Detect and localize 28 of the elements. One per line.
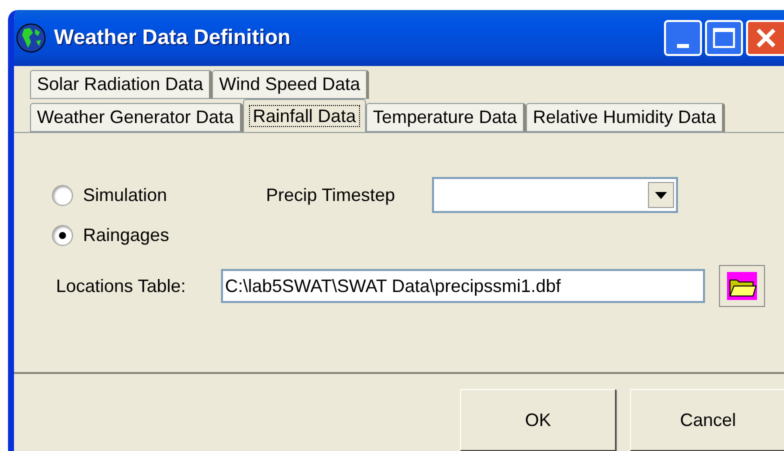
tab[interactable]: Rainfall Data	[242, 99, 366, 132]
dropdown-field[interactable]	[432, 177, 678, 213]
minimize-icon	[677, 44, 689, 48]
globe-icon	[16, 23, 46, 53]
field-label: Locations Table:	[55, 274, 187, 298]
minimize-button[interactable]	[664, 20, 702, 56]
radio-label: Simulation	[83, 184, 168, 206]
tab[interactable]: Relative Humidity Data	[526, 103, 725, 132]
tab[interactable]: Wind Speed Data	[212, 70, 370, 99]
tab[interactable]: Weather Generator Data	[30, 103, 243, 132]
radio-button[interactable]	[52, 224, 73, 246]
radio-label: Raingages	[83, 224, 170, 247]
path-input-field[interactable]: C:\lab5SWAT\SWAT Data\precipssmi1.dbf	[221, 269, 705, 303]
window-title: Weather Data Definition	[54, 25, 290, 52]
maximize-icon	[713, 28, 735, 48]
radio-button[interactable]	[52, 184, 73, 206]
tab[interactable]: Solar Radiation Data	[30, 70, 212, 99]
tab[interactable]: Temperature Data	[366, 103, 526, 132]
close-icon	[755, 27, 777, 49]
maximize-button[interactable]	[705, 20, 743, 56]
caret-icon	[655, 192, 667, 198]
field-label: Precip Timestep	[266, 184, 396, 207]
dialog-button[interactable]: Cancel	[630, 389, 784, 451]
dialog-button[interactable]: OK	[460, 389, 616, 451]
folder-icon	[727, 272, 757, 300]
close-button[interactable]	[746, 20, 784, 56]
browse-button[interactable]	[719, 265, 765, 307]
dropdown-button[interactable]	[648, 182, 674, 208]
